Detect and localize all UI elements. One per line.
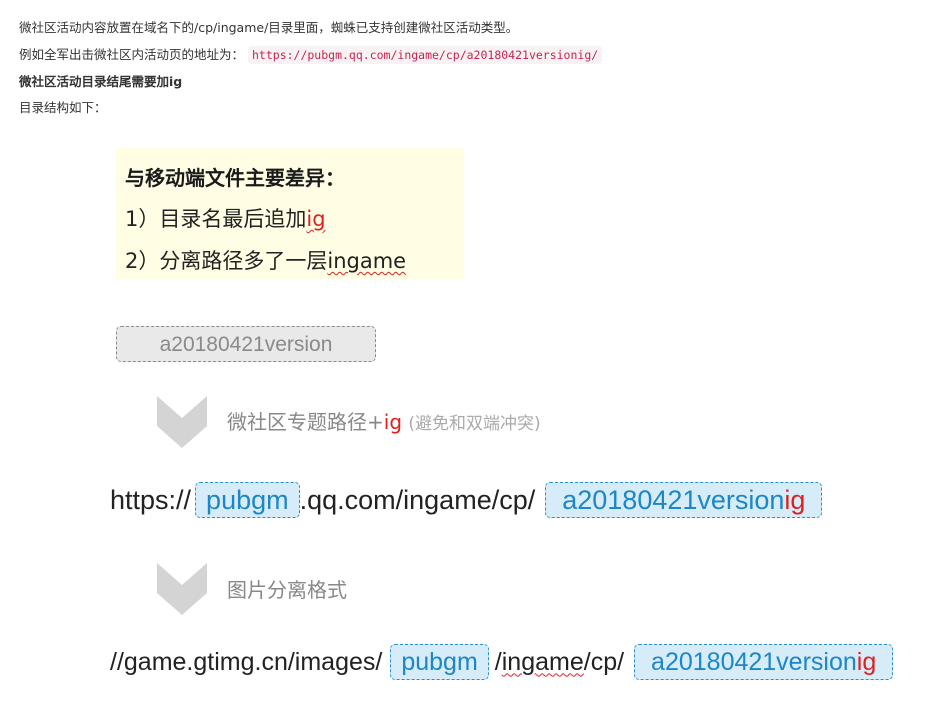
step-1-label-highlight: ig <box>383 410 403 434</box>
intro-line-example: 例如全军出击微社区内活动页的地址为： https://pubgm.qq.com/… <box>19 46 603 64</box>
url-2-directory-suffix: ig <box>856 648 877 676</box>
step-1-label: 微社区专题路径+ig (避免和双端冲突) <box>227 406 541 435</box>
step-1-label-text: 微社区专题路径+ <box>227 410 384 434</box>
intro-line-location: 微社区活动内容放置在域名下的/cp/ingame/目录里面，蜘蛛已支持创建微社区… <box>19 20 519 35</box>
note-item-1: 1）目录名最后追加ig <box>125 203 326 233</box>
url-2-middle-a: / <box>494 647 502 676</box>
source-directory-tag: a20180421version <box>116 326 376 362</box>
note-item-2-highlight: ingame <box>327 249 407 273</box>
note-title: 与移动端文件主要差异： <box>125 166 345 190</box>
url-2-directory-text: a20180421version <box>651 648 857 676</box>
differences-note-box: 与移动端文件主要差异： 1）目录名最后追加ig 2）分离路径多了一层ingame <box>116 148 464 279</box>
step-2-label: 图片分离格式 <box>227 578 347 602</box>
url-1-game-tag: pubgm <box>195 482 300 518</box>
url-2-prefix: //game.gtimg.cn/images/ <box>110 647 383 676</box>
url-1-prefix: https:// <box>110 484 192 515</box>
url-2-game-tag: pubgm <box>390 644 489 680</box>
page-url-structure: https:// pubgm .qq.com/ingame/cp/ a20180… <box>110 481 823 519</box>
note-item-1-text: 1）目录名最后追加 <box>125 207 307 231</box>
note-item-1-highlight: ig <box>306 207 326 231</box>
step-1-note: (避免和双端冲突) <box>408 414 541 434</box>
note-item-2: 2）分离路径多了一层ingame <box>125 245 406 275</box>
intro-line-rule: 微社区活动目录结尾需要加ig <box>19 74 183 89</box>
note-item-2-text: 2）分离路径多了一层 <box>125 249 328 273</box>
url-1-directory-suffix: ig <box>784 485 806 515</box>
url-2-middle-b: ingame <box>501 647 584 676</box>
image-url-structure: //game.gtimg.cn/images/ pubgm /ingame/cp… <box>110 643 894 681</box>
document-page: 微社区活动内容放置在域名下的/cp/ingame/目录里面，蜘蛛已支持创建微社区… <box>0 0 935 705</box>
url-2-middle-c: /cp/ <box>583 647 625 676</box>
chevron-down-icon <box>157 563 207 615</box>
chevron-down-icon <box>157 396 207 448</box>
intro-example-prefix: 例如全军出击微社区内活动页的地址为： <box>19 47 245 62</box>
example-url-code: https://pubgm.qq.com/ingame/cp/a20180421… <box>248 46 603 64</box>
url-1-directory-tag: a20180421versionig <box>545 482 823 518</box>
url-1-directory-text: a20180421version <box>562 485 785 515</box>
url-1-middle: .qq.com/ingame/cp/ <box>299 484 536 515</box>
url-2-directory-tag: a20180421versionig <box>634 644 894 680</box>
url-2-middle: /ingame/cp/ <box>495 648 624 677</box>
intro-line-structure: 目录结构如下： <box>19 100 107 115</box>
